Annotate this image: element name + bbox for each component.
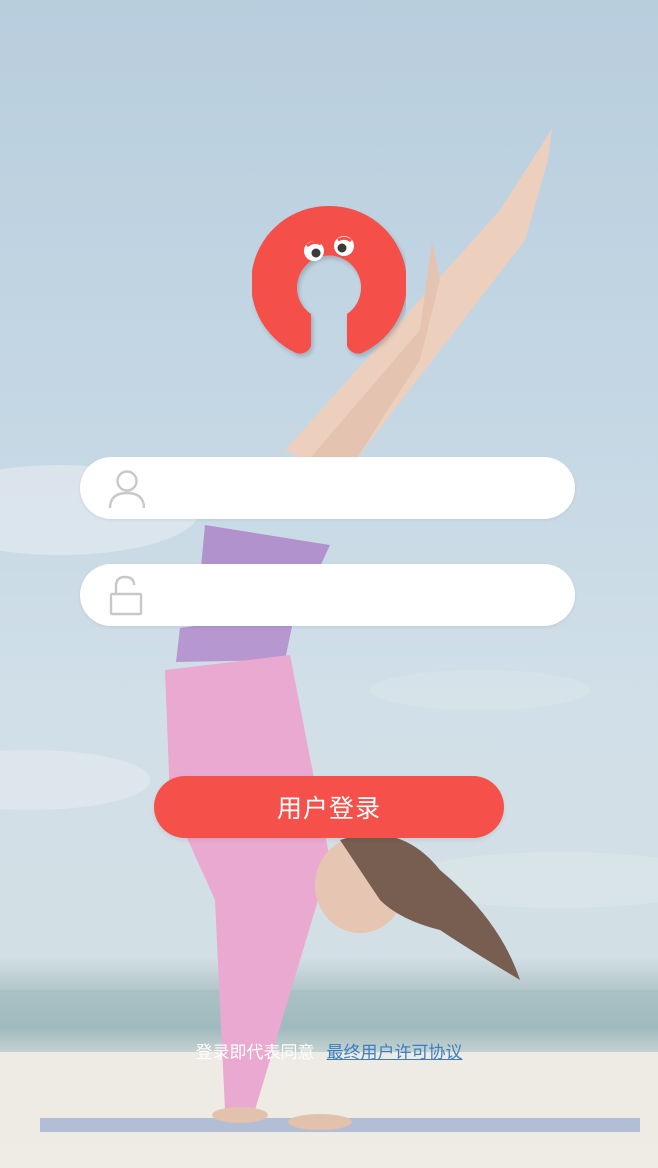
password-input[interactable] xyxy=(168,564,552,628)
login-button[interactable]: 用户登录 xyxy=(154,776,504,838)
username-input[interactable] xyxy=(168,457,552,521)
login-screen: 用户登录 登录即代表同意 最终用户许可协议 xyxy=(0,0,658,1168)
password-field[interactable] xyxy=(80,564,575,628)
username-field[interactable] xyxy=(80,457,575,521)
user-icon xyxy=(108,470,146,509)
agreement-prefix: 登录即代表同意 xyxy=(195,1043,315,1063)
app-logo xyxy=(252,206,406,354)
license-agreement-link[interactable]: 最终用户许可协议 xyxy=(327,1043,463,1063)
unlock-icon xyxy=(109,575,143,616)
agreement-line: 登录即代表同意 最终用户许可协议 xyxy=(0,1038,658,1063)
